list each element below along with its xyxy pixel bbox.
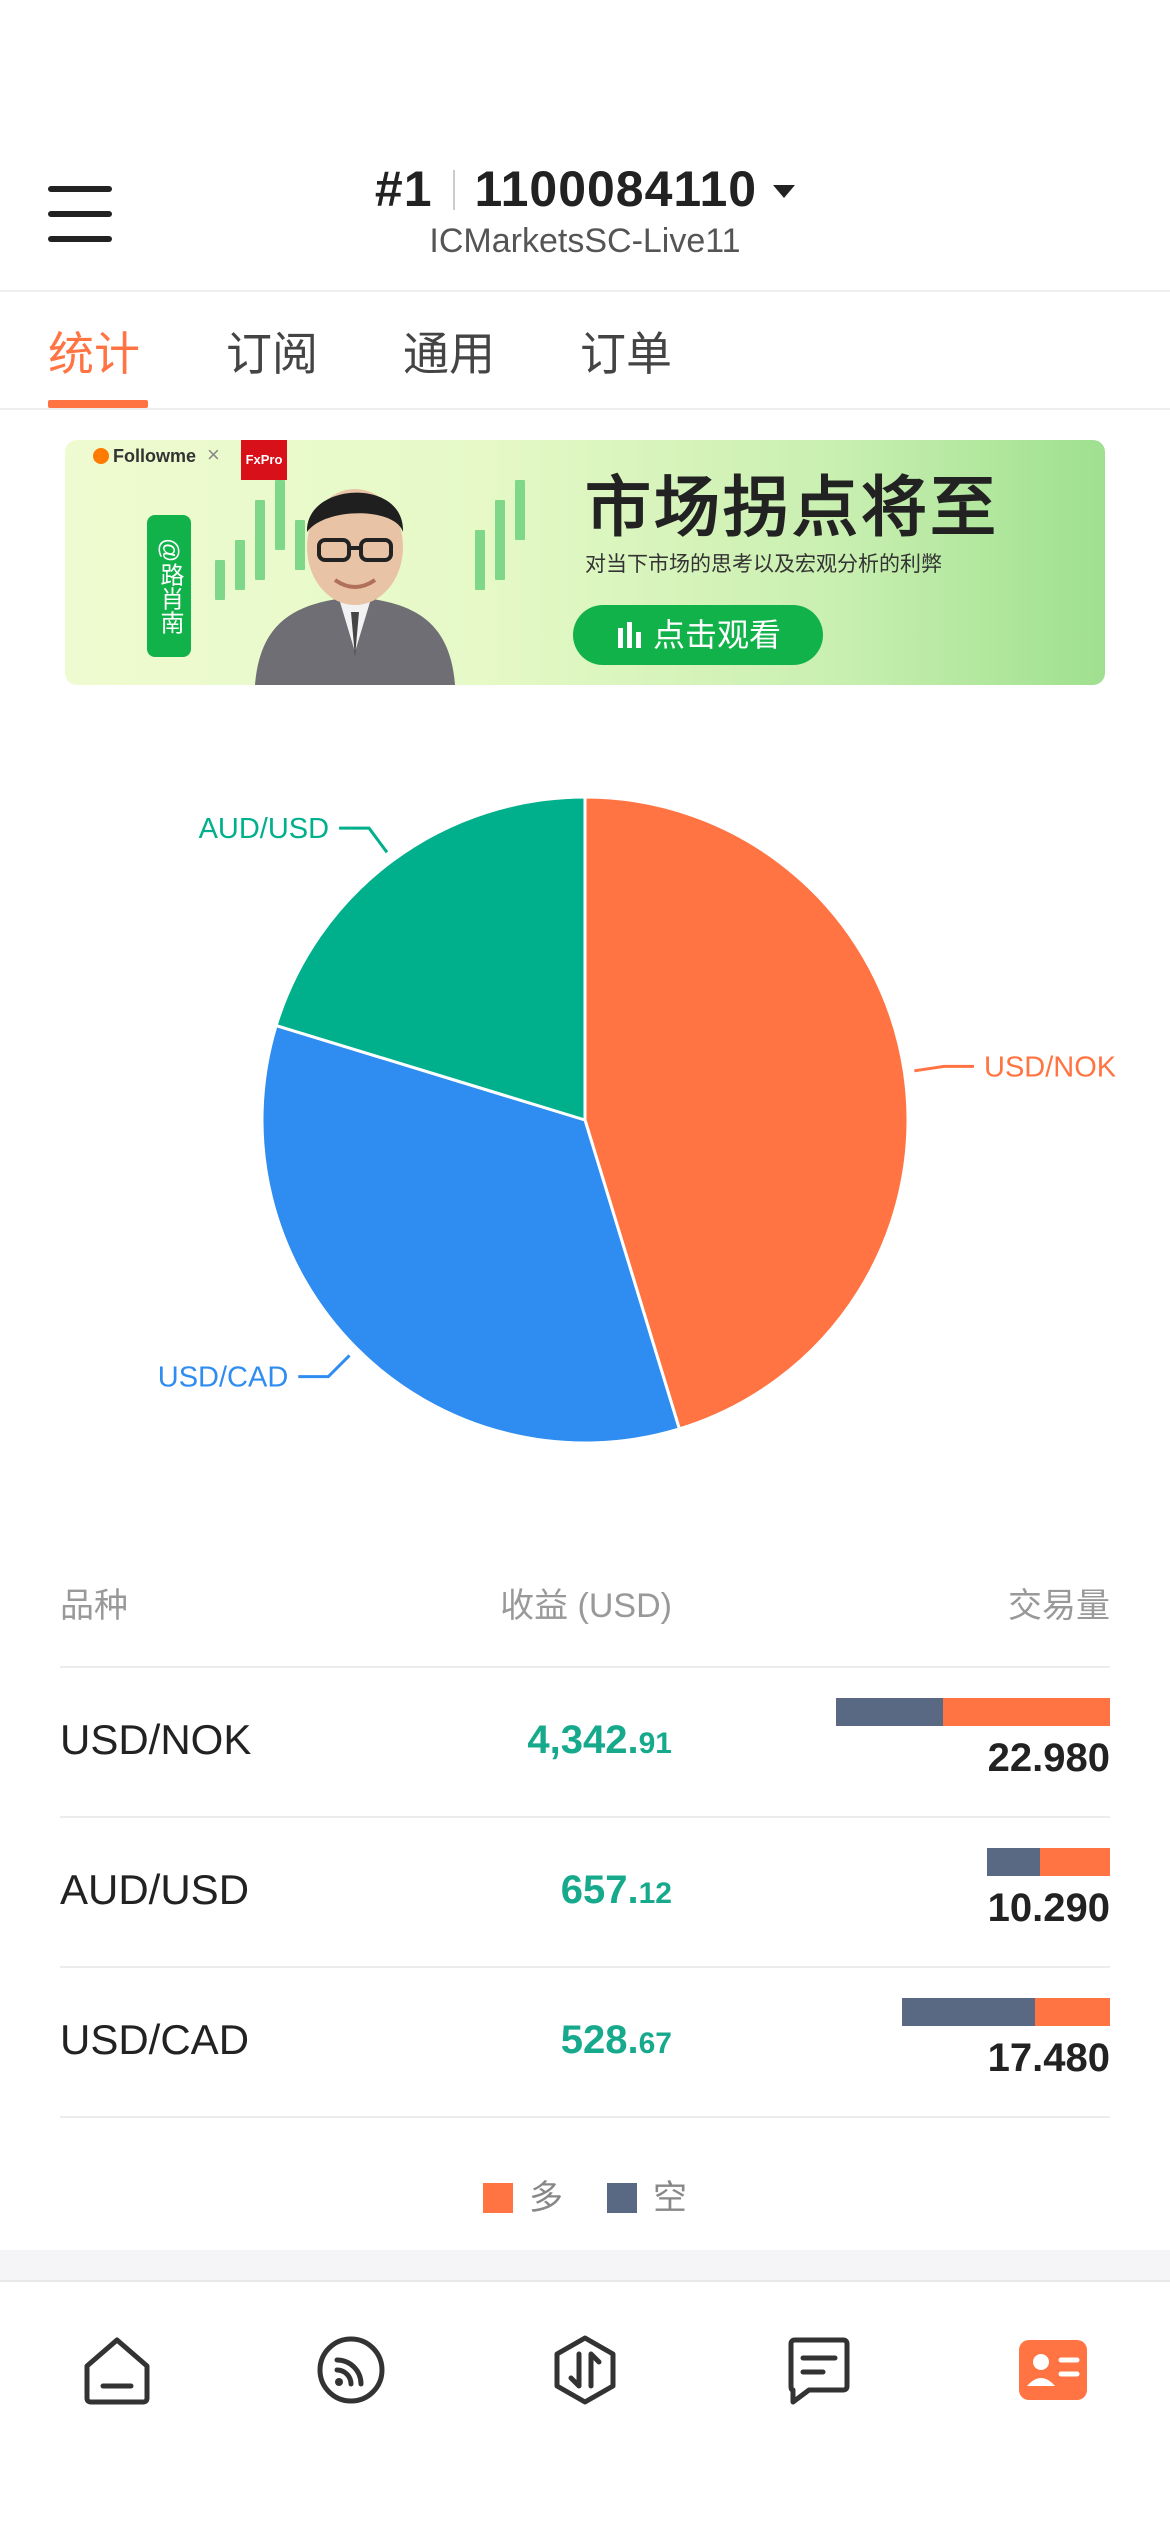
active-tab-indicator xyxy=(48,400,148,408)
banner-subtitle: 对当下市场的思考以及宏观分析的利弊 xyxy=(585,553,942,576)
legend-long: 多 xyxy=(483,2170,563,2219)
divider xyxy=(60,1666,1110,1668)
legend: 多 空 xyxy=(0,2170,1170,2219)
volume-pie-chart: USD/NOK USD/CAD AUD/USD xyxy=(158,795,1117,1445)
pie-leader-line xyxy=(339,826,389,854)
promo-banner[interactable]: Followme × FxPro @路肖南 市场拐点将至 对当下市场的思考以及宏… xyxy=(65,440,1105,685)
trade-icon[interactable] xyxy=(545,2330,625,2410)
caret-down-icon[interactable] xyxy=(773,185,796,198)
row-symbol: USD/CAD xyxy=(60,2016,250,2063)
feed-icon[interactable] xyxy=(311,2330,391,2410)
row-symbol: USD/NOK xyxy=(60,1716,252,1763)
row-volume: 10.290 xyxy=(987,1886,1110,1930)
pie-label: AUD/USD xyxy=(199,813,330,845)
divider xyxy=(60,1816,1110,1818)
followme-logo: Followme xyxy=(93,446,196,467)
account-index: #1 xyxy=(374,161,433,217)
volume-bar xyxy=(902,1998,1110,2026)
home-icon[interactable] xyxy=(77,2330,157,2410)
server-name: ICMarketsSC-Live11 xyxy=(429,222,741,260)
presenter-tag: @路肖南 xyxy=(147,515,191,657)
pie-leader-line xyxy=(914,1064,975,1073)
pie-label: USD/CAD xyxy=(158,1362,289,1394)
pie-leader-line xyxy=(298,1354,351,1379)
legend-short: 空 xyxy=(607,2170,687,2219)
row-symbol: AUD/USD xyxy=(60,1866,250,1913)
pie-label: USD/NOK xyxy=(984,1051,1117,1083)
account-selector[interactable]: #1 1100084110 xyxy=(0,160,1170,218)
divider xyxy=(0,408,1170,410)
column-header-volume: 交易量 xyxy=(1008,1587,1110,1625)
volume-bar xyxy=(987,1848,1110,1876)
close-icon: × xyxy=(207,442,220,467)
divider xyxy=(0,290,1170,292)
row-profit: 528.67 xyxy=(560,2018,672,2062)
volume-bar xyxy=(836,1698,1110,1726)
divider xyxy=(0,2250,1170,2280)
bottom-navigation xyxy=(0,2280,1170,2534)
column-header-symbol: 品种 xyxy=(60,1587,128,1625)
watch-button[interactable]: 点击观看 xyxy=(573,605,823,665)
row-profit: 4,342.91 xyxy=(527,1718,672,1762)
row-volume: 17.480 xyxy=(987,2036,1110,2080)
row-volume: 22.980 xyxy=(987,1736,1110,1780)
tab-general[interactable]: 通用 xyxy=(403,318,495,384)
tab-subscribe[interactable]: 订阅 xyxy=(226,318,318,384)
message-icon[interactable] xyxy=(779,2330,859,2410)
row-profit: 657.12 xyxy=(560,1868,672,1912)
presenter-photo xyxy=(255,489,455,685)
column-header-profit: 收益 (USD) xyxy=(500,1587,672,1625)
account-number: 1100084110 xyxy=(474,161,758,217)
divider xyxy=(60,1966,1110,1968)
divider xyxy=(60,2116,1110,2118)
tab-statistics[interactable]: 统计 xyxy=(48,318,140,384)
bar-chart-icon xyxy=(617,622,641,648)
tab-orders[interactable]: 订单 xyxy=(580,318,672,384)
banner-title: 市场拐点将至 xyxy=(585,470,999,544)
profile-card-icon[interactable] xyxy=(1013,2330,1093,2410)
